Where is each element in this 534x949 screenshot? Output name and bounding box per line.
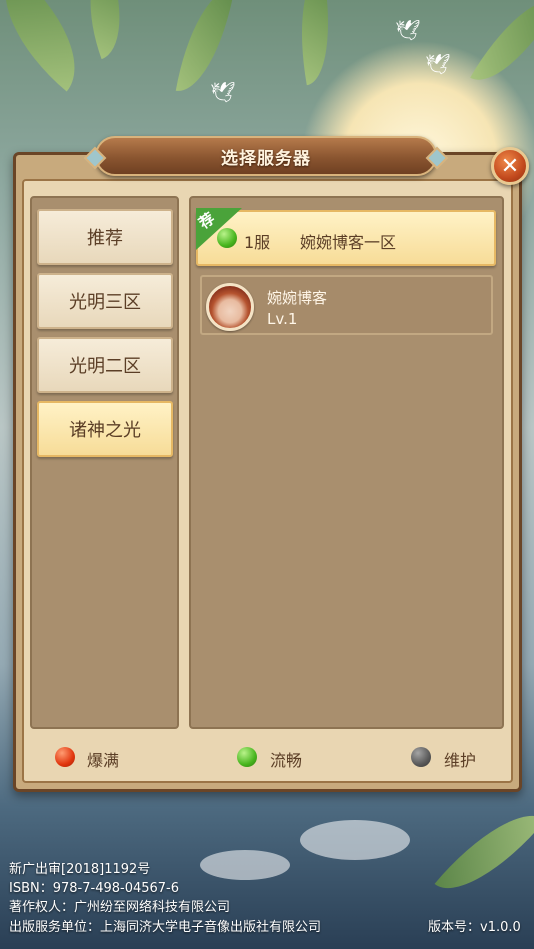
- version-label: 版本号：v1.0.0: [428, 920, 521, 935]
- footer-publisher: 出版服务单位：上海同济大学电子音像出版社有限公司: [9, 920, 322, 935]
- character-level: Lv.1: [267, 310, 298, 328]
- legend-smooth-label: 流畅: [270, 751, 303, 770]
- status-maintenance-icon: [411, 747, 431, 767]
- close-icon: ✕: [500, 153, 520, 179]
- bird-icon: 🕊: [395, 18, 421, 42]
- background-leaf: [0, 0, 106, 92]
- bird-icon: 🕊: [210, 80, 236, 104]
- tab-zhushen-zhiguang[interactable]: 诸神之光: [37, 401, 173, 457]
- server-id: 1服: [244, 233, 271, 252]
- dialog-title-bar: 选择服务器: [95, 136, 437, 176]
- legend-maintenance-label: 维护: [444, 751, 477, 770]
- background-wave: [200, 850, 290, 880]
- character-name: 婉婉博客: [267, 289, 328, 307]
- tab-recommended[interactable]: 推荐: [37, 209, 173, 265]
- status-smooth-icon: [217, 228, 237, 248]
- background-leaf: [287, 0, 343, 86]
- background-leaf: [70, 0, 140, 60]
- background-wave: [300, 820, 410, 860]
- server-name: 婉婉博客一区: [300, 233, 397, 252]
- close-button[interactable]: ✕: [491, 147, 529, 185]
- status-full-icon: [55, 747, 75, 767]
- footer-isbn: ISBN：978-7-498-04567-6: [9, 881, 180, 896]
- footer-copyright: 著作权人：广州纷至网络科技有限公司: [9, 900, 231, 915]
- background-leaf: [434, 791, 534, 913]
- tab-guangming-2[interactable]: 光明二区: [37, 337, 173, 393]
- legend-full-label: 爆满: [87, 751, 120, 770]
- footer-approval: 新广出审[2018]1192号: [9, 862, 151, 877]
- avatar: [206, 283, 254, 331]
- tab-guangming-3[interactable]: 光明三区: [37, 273, 173, 329]
- status-smooth-legend-icon: [237, 747, 257, 767]
- bird-icon: 🕊: [425, 52, 451, 76]
- dialog-title: 选择服务器: [221, 148, 311, 169]
